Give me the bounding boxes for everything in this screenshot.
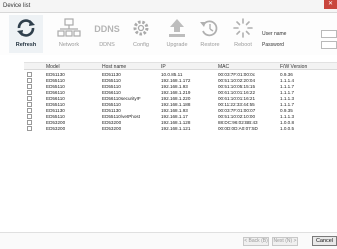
cell-ip: 192.168.1.121 (161, 126, 191, 131)
restore-label: Restore (200, 42, 220, 48)
network-icon (57, 18, 81, 37)
upgrade-label: Upgrade (166, 42, 188, 48)
column-header-fw-version[interactable]: F/W Version (280, 64, 307, 70)
config-button[interactable]: Config (124, 15, 158, 53)
footer: < Back (B) Next (N) > Cancel (0, 232, 337, 249)
upgrade-icon (169, 19, 185, 37)
row-checkbox[interactable] (27, 126, 32, 131)
column-header-ip[interactable]: IP (161, 64, 166, 70)
reboot-button[interactable]: Reboot (226, 15, 260, 53)
title-bar: Device list ✕ (0, 0, 337, 13)
row-checkbox[interactable] (27, 84, 32, 89)
password-label: Password (262, 42, 284, 48)
upgrade-button[interactable]: Upgrade (160, 15, 194, 53)
row-checkbox[interactable] (27, 114, 32, 119)
toolbar: Refresh Network DDNS DDNS Config Upgrade… (0, 13, 337, 55)
reboot-icon (233, 18, 253, 38)
close-icon[interactable]: ✕ (324, 0, 337, 9)
column-header-mac[interactable]: MAC (218, 64, 229, 70)
ddns-label: DDNS (99, 42, 115, 48)
username-field[interactable] (321, 30, 337, 38)
row-checkbox[interactable] (27, 90, 32, 95)
network-button[interactable]: Network (52, 15, 86, 53)
row-checkbox[interactable] (27, 102, 32, 107)
column-header-model[interactable]: Model (46, 64, 60, 70)
refresh-icon (17, 19, 35, 37)
cell-fw-version: 1.0.0.5 (280, 126, 295, 131)
cancel-button[interactable]: Cancel (312, 236, 337, 246)
username-label: User name (262, 31, 287, 37)
table-header: Model Host name IP MAC F/W Version (24, 63, 337, 70)
ddns-icon: DDNS (94, 24, 120, 34)
cell-hostname: ED53200 (102, 126, 122, 131)
device-table: Model Host name IP MAC F/W Version ED511… (24, 62, 337, 232)
network-label: Network (58, 42, 80, 48)
row-checkbox[interactable] (27, 96, 32, 101)
row-checkbox[interactable] (27, 78, 32, 83)
cell-model: ED53200 (46, 126, 66, 131)
restore-icon (200, 20, 218, 37)
refresh-label: Refresh (15, 42, 37, 48)
restore-button[interactable]: Restore (193, 15, 227, 53)
cell-mac: 00:0D:0D:A0:07:5D (218, 126, 258, 131)
row-checkbox[interactable] (27, 108, 32, 113)
row-checkbox[interactable] (27, 120, 32, 125)
svg-text:DDNS: DDNS (94, 24, 120, 34)
config-label: Config (133, 42, 149, 48)
password-field[interactable] (321, 41, 337, 49)
window-title: Device list (3, 3, 31, 9)
ddns-button[interactable]: DDNS DDNS (90, 15, 124, 53)
refresh-button[interactable]: Refresh (9, 15, 43, 53)
table-row[interactable]: ED53200 ED53200 192.168.1.121 00:0D:0D:A0:0… (24, 126, 337, 132)
column-header-hostname[interactable]: Host name (102, 64, 126, 70)
next-button[interactable]: Next (N) > (272, 237, 298, 246)
gear-icon (133, 20, 149, 36)
row-checkbox[interactable] (27, 72, 32, 77)
back-button[interactable]: < Back (B) (243, 237, 269, 246)
reboot-label: Reboot (234, 42, 252, 48)
